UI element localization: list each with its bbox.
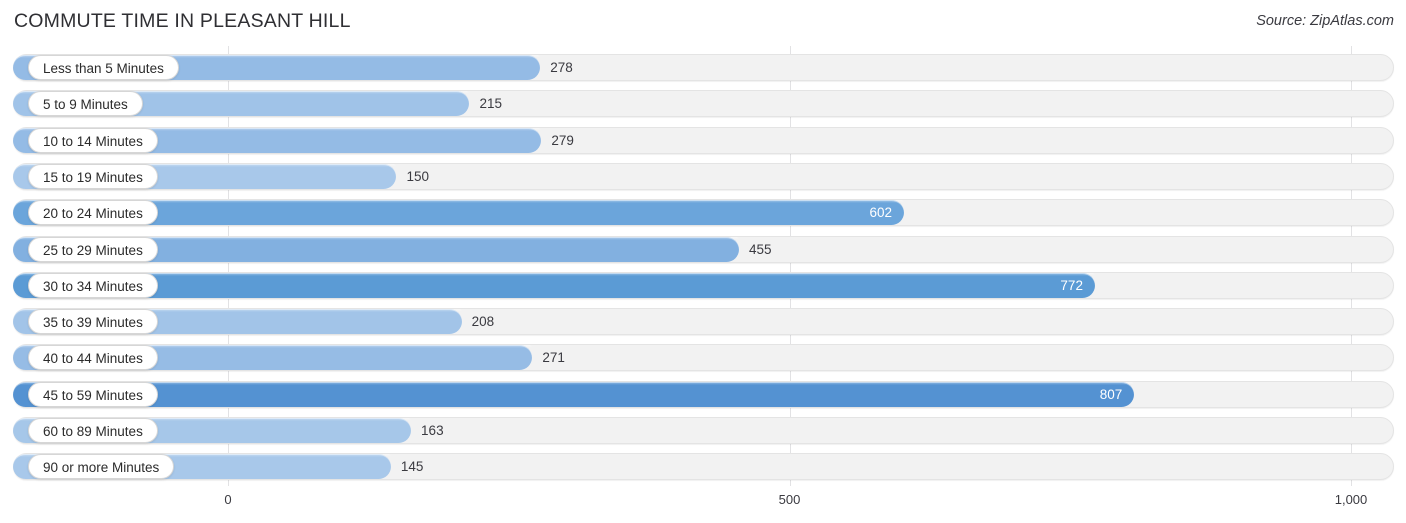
bar-value-label: 602 [869, 205, 893, 221]
category-label[interactable]: 90 or more Minutes [28, 454, 175, 480]
bar-value-label: 145 [400, 459, 424, 475]
source-attribution: Source: ZipAtlas.com [1256, 13, 1394, 29]
x-axis: 0 500 1,000 [0, 486, 1406, 523]
value-bar[interactable]: 807 [13, 381, 1135, 407]
bar-row: 150 15 to 19 Minutes [13, 162, 1394, 190]
page-title: COMMUTE TIME IN PLEASANT HILL [14, 10, 351, 32]
bar-row: 145 90 or more Minutes [13, 453, 1394, 481]
bar-value-label: 271 [542, 350, 565, 366]
x-axis-tick-label: 500 [778, 492, 801, 507]
bar-row: 279 10 to 14 Minutes [13, 126, 1394, 154]
bar-row: 278 Less than 5 Minutes [13, 54, 1394, 81]
bar-row: 271 40 to 44 Minutes [13, 344, 1394, 372]
bar-row: 772 30 to 34 Minutes [13, 271, 1394, 299]
bar-row: 163 60 to 89 Minutes [13, 417, 1394, 444]
bar-value-label: 163 [421, 423, 444, 438]
bar-value-label: 279 [551, 132, 574, 148]
bar-value-label: 807 [1099, 386, 1123, 402]
bar-value-label: 208 [471, 314, 495, 330]
bar-value-label: 455 [748, 241, 772, 257]
bar-value-label: 772 [1060, 277, 1083, 293]
bar-value-label: 150 [406, 168, 429, 184]
category-label[interactable]: 30 to 34 Minutes [28, 272, 158, 298]
category-label[interactable]: 35 to 39 Minutes [28, 309, 158, 335]
bar-value-label: 215 [479, 96, 502, 112]
category-label[interactable]: 60 to 89 Minutes [28, 418, 158, 443]
value-bar[interactable]: 772 [13, 272, 1095, 298]
plot-area: 278 Less than 5 Minutes 215 5 to 9 Minutes 2… [0, 46, 1406, 486]
bar-row: 208 35 to 39 Minutes [13, 308, 1394, 336]
chart-header: COMMUTE TIME IN PLEASANT HILL Source: Zi… [0, 0, 1406, 46]
category-label[interactable]: Less than 5 Minutes [28, 55, 179, 80]
category-label[interactable]: 10 to 14 Minutes [28, 127, 158, 153]
x-axis-tick-label: 1,000 [1334, 492, 1368, 507]
category-label[interactable]: 20 to 24 Minutes [28, 200, 158, 226]
bar-value-label: 278 [550, 60, 573, 75]
bar-row: 215 5 to 9 Minutes [13, 90, 1394, 118]
bar-row: 602 20 to 24 Minutes [13, 199, 1394, 227]
category-label[interactable]: 15 to 19 Minutes [28, 163, 158, 189]
category-label[interactable]: 25 to 29 Minutes [28, 236, 158, 262]
bar-rows: 278 Less than 5 Minutes 215 5 to 9 Minutes 2… [0, 46, 1406, 486]
x-axis-tick-label: 0 [224, 492, 232, 507]
category-label[interactable]: 45 to 59 Minutes [28, 381, 158, 407]
category-label[interactable]: 5 to 9 Minutes [28, 91, 143, 117]
bar-row: 455 25 to 29 Minutes [13, 235, 1394, 263]
bar-row: 807 45 to 59 Minutes [13, 380, 1394, 408]
category-label[interactable]: 40 to 44 Minutes [28, 345, 158, 371]
